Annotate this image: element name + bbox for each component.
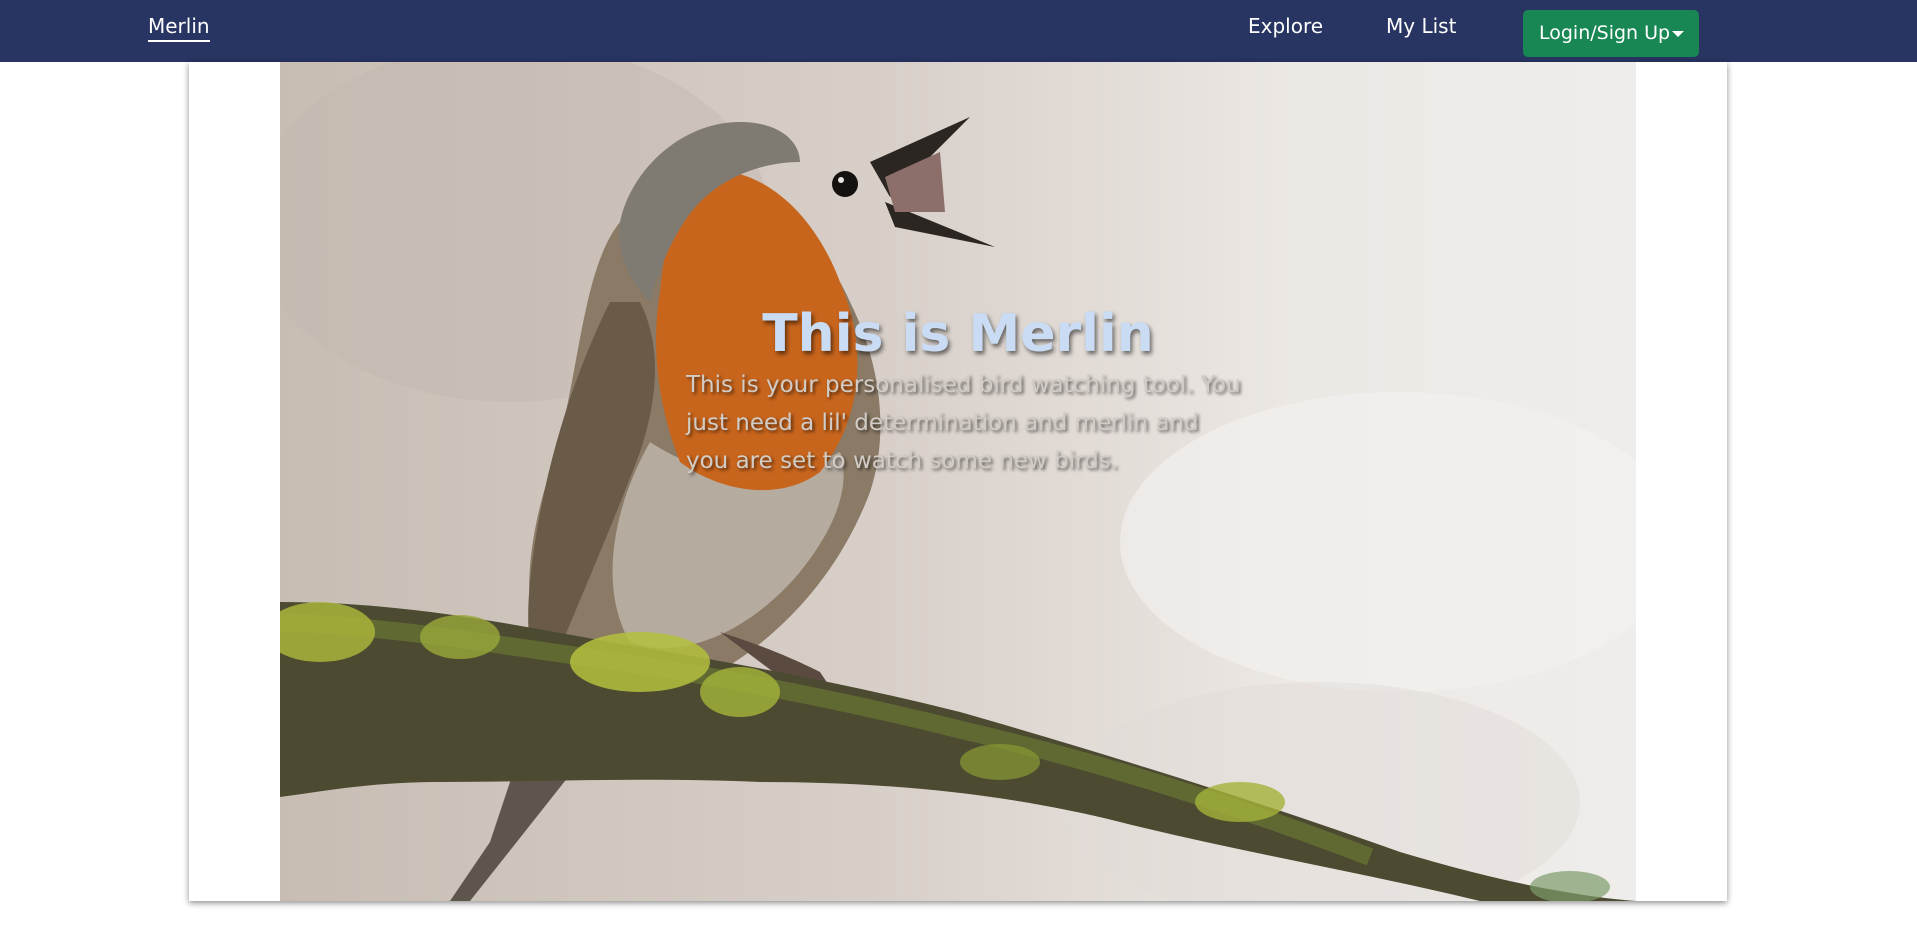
nav-link-explore[interactable]: Explore bbox=[1248, 13, 1323, 39]
nav-link-my-list[interactable]: My List bbox=[1386, 13, 1456, 39]
login-signup-dropdown-button[interactable]: Login/Sign Up bbox=[1523, 10, 1699, 57]
caret-down-icon bbox=[1672, 31, 1684, 37]
robin-photo bbox=[280, 62, 1636, 901]
top-navbar: Merlin Explore My List Login/Sign Up bbox=[0, 0, 1917, 62]
hero-banner: This is Merlin This is your personalised… bbox=[280, 62, 1636, 901]
login-signup-label: Login/Sign Up bbox=[1539, 22, 1671, 44]
brand-link[interactable]: Merlin bbox=[148, 13, 210, 42]
hero-title: This is Merlin bbox=[762, 304, 1154, 364]
hero-description: This is your personalised bird watching … bbox=[686, 372, 1241, 474]
